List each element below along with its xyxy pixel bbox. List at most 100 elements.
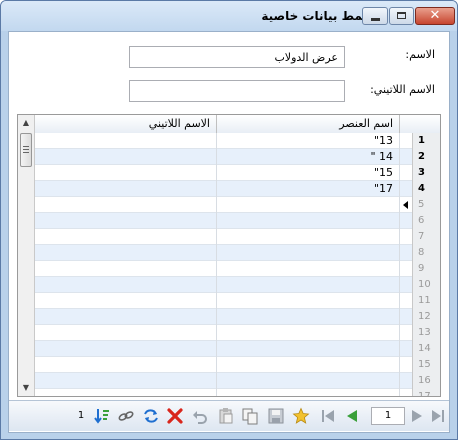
cell-latin-name[interactable]: [35, 373, 217, 389]
undo-icon[interactable]: [191, 407, 209, 425]
row-selector[interactable]: [400, 245, 412, 261]
row-number[interactable]: 13: [412, 325, 440, 341]
cell-latin-name[interactable]: [35, 149, 217, 165]
table-row[interactable]: 15: [35, 357, 440, 373]
cell-latin-name[interactable]: [35, 229, 217, 245]
row-number[interactable]: 14: [412, 341, 440, 357]
cell-item-name[interactable]: [217, 197, 400, 213]
row-selector[interactable]: [400, 293, 412, 309]
sort-icon[interactable]: [93, 407, 111, 425]
row-number[interactable]: 6: [412, 213, 440, 229]
first-record-icon[interactable]: [319, 407, 337, 425]
save-icon[interactable]: [267, 407, 285, 425]
name-field[interactable]: [129, 46, 345, 68]
cell-latin-name[interactable]: [35, 293, 217, 309]
previous-record-icon[interactable]: [343, 407, 361, 425]
table-row[interactable]: 13: [35, 325, 440, 341]
row-number[interactable]: 17: [412, 389, 440, 396]
cell-latin-name[interactable]: [35, 389, 217, 396]
cell-latin-name[interactable]: [35, 165, 217, 181]
favorite-star-icon[interactable]: [292, 407, 310, 425]
cell-latin-name[interactable]: [35, 309, 217, 325]
row-selector[interactable]: [400, 229, 412, 245]
title-bar[interactable]: نمط بيانات خاصية ✕: [1, 1, 457, 31]
table-row[interactable]: 17: [35, 389, 440, 396]
table-row[interactable]: 12: [35, 309, 440, 325]
next-record-icon[interactable]: [408, 407, 426, 425]
cell-item-name[interactable]: [217, 325, 400, 341]
row-selector[interactable]: [400, 341, 412, 357]
latin-name-field[interactable]: [129, 80, 345, 102]
cell-item-name[interactable]: 13": [217, 133, 400, 149]
row-number[interactable]: 11: [412, 293, 440, 309]
table-row[interactable]: 9: [35, 261, 440, 277]
cell-item-name[interactable]: [217, 341, 400, 357]
items-grid[interactable]: ▲ ▼ الاسم اللاتيني اسم العنصر 13" 1 14 " 2 1…: [17, 114, 441, 397]
row-selector[interactable]: [400, 357, 412, 373]
cell-item-name[interactable]: [217, 293, 400, 309]
row-selector[interactable]: [400, 133, 412, 149]
table-row[interactable]: 7: [35, 229, 440, 245]
table-row[interactable]: 8: [35, 245, 440, 261]
table-row[interactable]: 13" 1: [35, 133, 440, 149]
row-number[interactable]: 8: [412, 245, 440, 261]
minimize-button[interactable]: [362, 7, 388, 25]
row-number[interactable]: 16: [412, 373, 440, 389]
row-selector[interactable]: [400, 277, 412, 293]
cell-item-name[interactable]: [217, 213, 400, 229]
row-selector[interactable]: [400, 181, 412, 197]
row-number[interactable]: 10: [412, 277, 440, 293]
cell-item-name[interactable]: 14 ": [217, 149, 400, 165]
table-row[interactable]: 15" 3: [35, 165, 440, 181]
row-number[interactable]: 12: [412, 309, 440, 325]
cell-latin-name[interactable]: [35, 261, 217, 277]
row-number[interactable]: 2: [412, 149, 440, 165]
cell-latin-name[interactable]: [35, 197, 217, 213]
maximize-button[interactable]: [389, 7, 414, 25]
column-header-item-name[interactable]: اسم العنصر: [217, 115, 400, 133]
row-selector[interactable]: [400, 373, 412, 389]
row-number[interactable]: 15: [412, 357, 440, 373]
page-number-field[interactable]: 1: [371, 407, 405, 425]
column-header-latin-name[interactable]: الاسم اللاتيني: [35, 115, 217, 133]
cell-latin-name[interactable]: [35, 357, 217, 373]
cell-item-name[interactable]: 15": [217, 165, 400, 181]
cell-item-name[interactable]: [217, 261, 400, 277]
row-selector[interactable]: [400, 261, 412, 277]
cell-item-name[interactable]: [217, 389, 400, 396]
delete-icon[interactable]: [166, 407, 184, 425]
row-selector[interactable]: [400, 213, 412, 229]
cell-item-name[interactable]: [217, 373, 400, 389]
cell-item-name[interactable]: [217, 229, 400, 245]
refresh-icon[interactable]: [142, 407, 160, 425]
last-record-icon[interactable]: [429, 407, 447, 425]
row-selector[interactable]: [400, 165, 412, 181]
cell-item-name[interactable]: 17": [217, 181, 400, 197]
cell-item-name[interactable]: [217, 309, 400, 325]
table-row[interactable]: 6: [35, 213, 440, 229]
cell-latin-name[interactable]: [35, 325, 217, 341]
table-row[interactable]: 14: [35, 341, 440, 357]
cell-latin-name[interactable]: [35, 341, 217, 357]
row-number[interactable]: 9: [412, 261, 440, 277]
vertical-scrollbar[interactable]: ▲ ▼: [18, 115, 35, 396]
scroll-up-icon[interactable]: ▲: [18, 115, 34, 131]
table-row[interactable]: 17" 4: [35, 181, 440, 197]
scroll-down-icon[interactable]: ▼: [18, 380, 34, 396]
row-selector[interactable]: [400, 149, 412, 165]
row-number[interactable]: 1: [412, 133, 440, 149]
row-selector[interactable]: [400, 309, 412, 325]
table-row[interactable]: 16: [35, 373, 440, 389]
table-row[interactable]: 5: [35, 197, 440, 213]
row-number[interactable]: 5: [412, 197, 440, 213]
cell-latin-name[interactable]: [35, 181, 217, 197]
row-number[interactable]: 7: [412, 229, 440, 245]
row-selector[interactable]: [400, 325, 412, 341]
row-number[interactable]: 3: [412, 165, 440, 181]
close-button[interactable]: ✕: [415, 7, 455, 25]
scroll-thumb[interactable]: [20, 133, 32, 167]
cell-latin-name[interactable]: [35, 133, 217, 149]
cell-item-name[interactable]: [217, 357, 400, 373]
cell-latin-name[interactable]: [35, 245, 217, 261]
copy-icon[interactable]: [241, 407, 259, 425]
